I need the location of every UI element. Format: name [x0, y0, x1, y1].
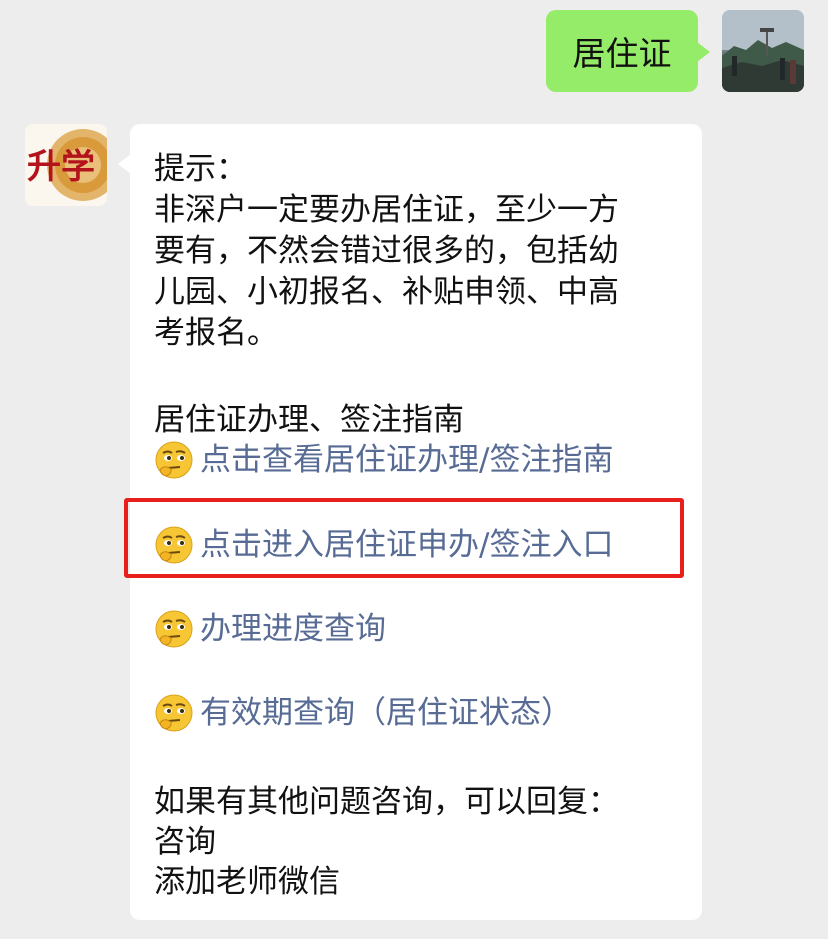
- message-text-line: 要有，不然会错过很多的，包括幼: [154, 233, 619, 269]
- svg-text:升学: 升学: [27, 147, 95, 187]
- footer-keyword-consult: 咨询: [154, 824, 216, 860]
- link-progress-query[interactable]: 办理进度查询: [154, 608, 386, 650]
- outgoing-bubble[interactable]: 居住证: [546, 10, 710, 92]
- guide-heading: 居住证办理、签注指南: [154, 402, 464, 438]
- thinking-face-icon: [155, 441, 193, 479]
- footer-text-line: 如果有其他问题咨询，可以回复：: [154, 784, 619, 820]
- tip-label: 提示：: [154, 151, 247, 187]
- self-avatar[interactable]: [722, 10, 804, 92]
- message-text-line: 非深户一定要办居住证，至少一方: [154, 192, 619, 228]
- message-text-line: 儿园、小初报名、补贴申领、中高: [154, 274, 619, 310]
- link-text: 有效期查询（居住证状态）: [200, 695, 572, 731]
- link-text: 办理进度查询: [200, 611, 386, 647]
- outgoing-message: 居住证: [0, 0, 828, 110]
- thinking-face-icon: [155, 610, 193, 648]
- link-text: 点击查看居住证办理/签注指南: [200, 442, 614, 478]
- message-text-line: 考报名。: [154, 315, 278, 351]
- link-validity-query[interactable]: 有效期查询（居住证状态）: [154, 692, 572, 734]
- landscape-photo-icon: [722, 10, 804, 92]
- footer-keyword-wechat: 添加老师微信: [154, 864, 340, 900]
- highlight-box: [124, 498, 684, 578]
- link-view-guide[interactable]: 点击查看居住证办理/签注指南: [154, 439, 613, 481]
- thinking-face-icon: [155, 694, 193, 732]
- outgoing-text: 居住证: [572, 34, 672, 73]
- bot-avatar[interactable]: 升学: [25, 124, 107, 206]
- shengxue-logo-icon: 升学: [27, 129, 107, 201]
